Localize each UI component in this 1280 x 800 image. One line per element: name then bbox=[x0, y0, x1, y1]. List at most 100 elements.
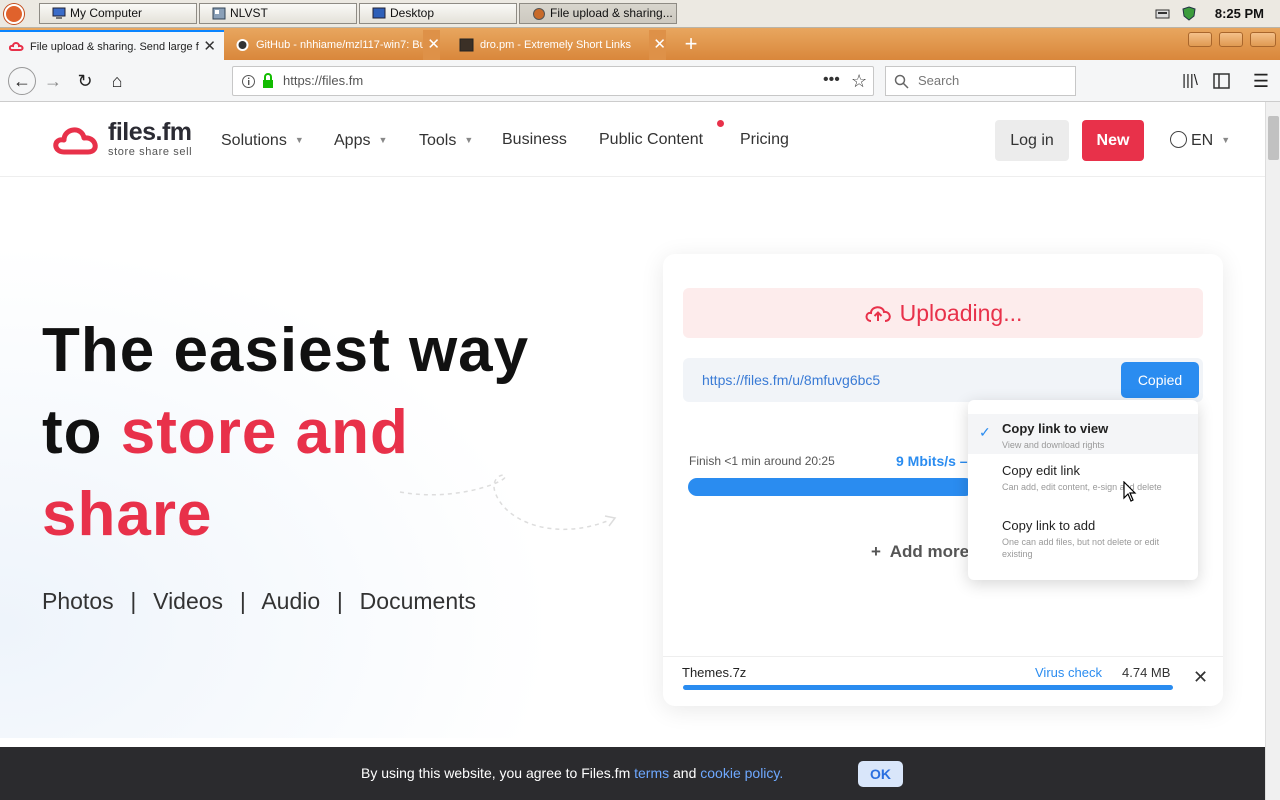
globe-icon bbox=[1170, 131, 1187, 148]
share-link[interactable]: https://files.fm/u/8mfuvg6bc5 bbox=[702, 358, 880, 402]
files-fm-logo-icon[interactable] bbox=[52, 122, 102, 158]
nav-pricing[interactable]: Pricing bbox=[740, 130, 789, 150]
notification-dot bbox=[717, 120, 724, 127]
logo-name[interactable]: files.fm bbox=[108, 118, 192, 147]
close-tab-icon[interactable]: ✕ bbox=[423, 30, 440, 60]
computer-icon bbox=[52, 7, 66, 19]
option-description: View and download rights bbox=[1002, 440, 1105, 450]
home-icon[interactable]: ⌂ bbox=[105, 69, 129, 93]
login-button[interactable]: Log in bbox=[995, 120, 1069, 161]
browser-icon bbox=[533, 8, 545, 20]
cookie-policy-link[interactable]: cookie policy. bbox=[700, 765, 783, 781]
web-page: files.fm store share sell Solutions ▼ App… bbox=[0, 102, 1265, 800]
nav-business[interactable]: Business bbox=[502, 130, 567, 150]
search-input[interactable]: Search bbox=[885, 66, 1076, 96]
nav-label: Tools bbox=[419, 132, 457, 149]
upload-progress-bar bbox=[688, 478, 974, 496]
keyboard-icon[interactable] bbox=[1155, 6, 1170, 21]
tab-files-fm[interactable]: File upload & sharing. Send large f ✕ bbox=[0, 30, 224, 60]
chevron-down-icon: ▼ bbox=[294, 135, 304, 145]
site-header: files.fm store share sell Solutions ▼ App… bbox=[0, 102, 1265, 177]
taskbar-window-label: My Computer bbox=[70, 6, 143, 20]
taskbar-window-desktop[interactable]: Desktop bbox=[359, 3, 517, 24]
taskbar-window-browser[interactable]: File upload & sharing... bbox=[519, 3, 677, 24]
close-window-button[interactable] bbox=[1250, 32, 1276, 47]
speed-text: 9 Mbits/s – bbox=[896, 453, 968, 469]
logo-tagline: store share sell bbox=[108, 146, 193, 158]
scrollbar-thumb[interactable] bbox=[1268, 116, 1279, 160]
search-icon bbox=[894, 74, 909, 89]
page-actions-icon[interactable]: ••• bbox=[823, 67, 840, 93]
network-shield-icon[interactable] bbox=[1182, 6, 1197, 21]
sidebar-icon[interactable] bbox=[1213, 73, 1230, 89]
file-row: Themes.7z Virus check 4.74 MB ✕ bbox=[663, 656, 1223, 706]
cloud-upload-icon bbox=[865, 306, 891, 322]
hamburger-menu-icon[interactable]: ☰ bbox=[1249, 69, 1273, 93]
language-label: EN bbox=[1191, 132, 1214, 149]
chevron-down-icon: ▼ bbox=[1221, 135, 1231, 145]
close-tab-icon[interactable]: ✕ bbox=[649, 30, 666, 60]
browser-nav-bar: ← → ↻ ⌂ https://files.fm ••• ☆ Search ||… bbox=[0, 60, 1280, 102]
headline-line-1: The easiest way bbox=[42, 316, 530, 385]
media-types: Photos | Videos | Audio | Documents bbox=[42, 588, 477, 614]
nav-tools[interactable]: Tools ▼ bbox=[419, 130, 473, 151]
copy-link-button[interactable]: Copied bbox=[1121, 362, 1199, 398]
virus-check-link[interactable]: Virus check bbox=[1035, 665, 1102, 680]
page-scrollbar[interactable] bbox=[1265, 102, 1280, 800]
bookmark-star-icon[interactable]: ☆ bbox=[851, 67, 867, 95]
os-taskbar: My Computer NLVST Desktop File upload & … bbox=[0, 0, 1280, 28]
back-icon[interactable]: ← bbox=[8, 67, 36, 95]
url-text: https://files.fm bbox=[283, 73, 364, 88]
headline-line-2: to store and bbox=[42, 392, 529, 474]
nav-label: Apps bbox=[334, 132, 371, 149]
mouse-cursor-icon bbox=[1123, 481, 1137, 502]
lock-icon bbox=[263, 73, 273, 88]
headline-highlight: store and bbox=[120, 398, 409, 467]
close-tab-icon[interactable]: ✕ bbox=[199, 32, 216, 60]
cookie-conjunction: and bbox=[669, 765, 701, 781]
language-selector[interactable]: EN ▼ bbox=[1170, 130, 1230, 151]
taskbar-window-nlvst[interactable]: NLVST bbox=[199, 3, 357, 24]
files-fm-favicon-icon bbox=[9, 42, 24, 51]
library-icon[interactable]: |||\ bbox=[1178, 69, 1202, 93]
maximize-window-button[interactable] bbox=[1219, 32, 1243, 47]
nav-public-content[interactable]: Public Content bbox=[599, 130, 703, 150]
option-title: Copy link to view bbox=[1002, 421, 1109, 436]
cookie-ok-button[interactable]: OK bbox=[858, 761, 903, 787]
new-button[interactable]: New bbox=[1082, 120, 1144, 161]
minimize-window-button[interactable] bbox=[1188, 32, 1212, 47]
terms-link[interactable]: terms bbox=[634, 765, 669, 781]
cookie-text: By using this website, you agree to File… bbox=[361, 747, 783, 800]
file-size: 4.74 MB bbox=[1122, 665, 1171, 680]
upload-status-banner: Uploading... bbox=[683, 288, 1203, 338]
file-progress-bar bbox=[683, 685, 1173, 690]
add-more-button[interactable]: + Add more bbox=[871, 542, 971, 562]
taskbar-window-my-computer[interactable]: My Computer bbox=[39, 3, 197, 24]
option-copy-add-link[interactable]: Copy link to add One can add files, but … bbox=[968, 511, 1198, 567]
forward-icon[interactable]: → bbox=[41, 69, 65, 93]
nav-solutions[interactable]: Solutions ▼ bbox=[221, 130, 304, 151]
reload-icon[interactable]: ↻ bbox=[73, 69, 97, 93]
system-clock[interactable]: 8:25 PM bbox=[1215, 0, 1264, 28]
info-icon[interactable] bbox=[241, 74, 256, 89]
decorative-arrow bbox=[399, 474, 617, 531]
search-placeholder: Search bbox=[918, 73, 960, 88]
new-tab-button[interactable]: + bbox=[680, 28, 702, 60]
check-icon: ✓ bbox=[979, 424, 991, 440]
os-menu-icon[interactable] bbox=[4, 4, 24, 24]
browser-tab-strip: File upload & sharing. Send large f ✕ Gi… bbox=[0, 28, 1280, 60]
app-icon bbox=[212, 7, 226, 20]
tab-dro-pm[interactable]: dro.pm - Extremely Short Links ✕ bbox=[450, 30, 674, 60]
file-name: Themes.7z bbox=[682, 665, 747, 680]
option-copy-view-link[interactable]: ✓ Copy link to view View and download ri… bbox=[968, 414, 1198, 454]
tab-label: GitHub - nhhiame/mzl117-win7: Bu bbox=[256, 39, 426, 51]
tab-github[interactable]: GitHub - nhhiame/mzl117-win7: Bu ✕ bbox=[226, 30, 448, 60]
remove-file-icon[interactable]: ✕ bbox=[1193, 667, 1208, 688]
tab-label: dro.pm - Extremely Short Links bbox=[480, 39, 631, 51]
url-bar[interactable]: https://files.fm ••• ☆ bbox=[232, 66, 874, 96]
option-copy-edit-link[interactable]: Copy edit link Can add, edit content, e-… bbox=[968, 456, 1198, 508]
nav-label: Solutions bbox=[221, 132, 287, 149]
taskbar-window-label: NLVST bbox=[230, 6, 268, 20]
nav-apps[interactable]: Apps ▼ bbox=[334, 130, 387, 151]
option-title: Copy edit link bbox=[1002, 463, 1081, 478]
